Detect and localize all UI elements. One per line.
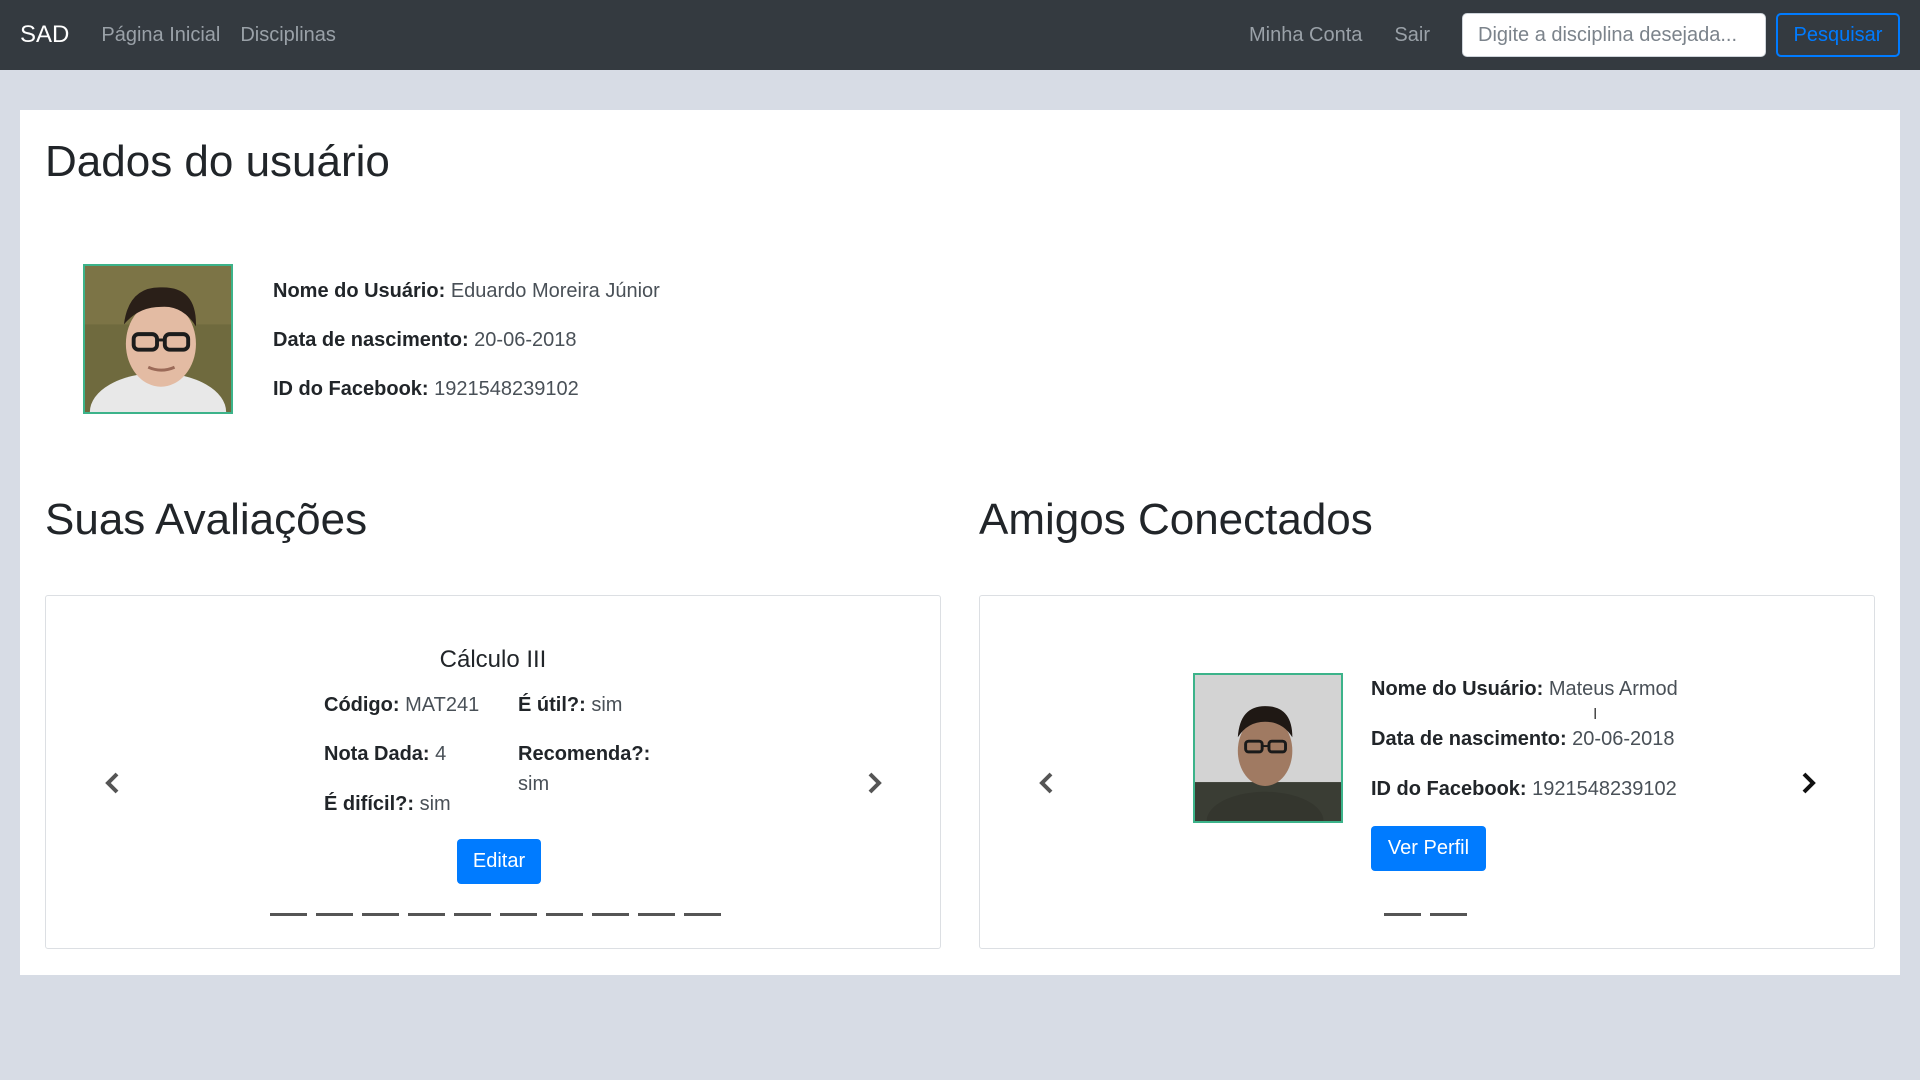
evaluation-indicator[interactable] — [500, 913, 537, 916]
main-card: Dados do usuário Nome do Usuário: Eduard… — [20, 110, 1900, 975]
search-input[interactable] — [1462, 13, 1766, 57]
eval-recommend-value-line: sim — [518, 773, 549, 796]
nav-link-account[interactable]: Minha Conta — [1249, 24, 1362, 47]
navbar: SAD Página Inicial Disciplinas Minha Con… — [0, 0, 1920, 70]
evaluation-indicator[interactable] — [684, 913, 721, 916]
eval-useful-line: É útil?: sim — [518, 694, 622, 717]
nav-link-logout[interactable]: Sair — [1394, 24, 1430, 47]
friend-fb-line: ID do Facebook: 1921548239102 — [1371, 778, 1677, 801]
evaluation-indicator[interactable] — [362, 913, 399, 916]
eval-recommend-line: Recomenda?: — [518, 743, 650, 766]
user-birth-line: Data de nascimento: 20-06-2018 — [273, 329, 576, 352]
evaluation-indicator[interactable] — [454, 913, 491, 916]
chevron-left-icon[interactable] — [1032, 768, 1062, 798]
eval-hard-line: É difícil?: sim — [324, 793, 451, 816]
nav-link-disciplines[interactable]: Disciplinas — [240, 24, 336, 47]
eval-useful-label: É útil?: — [518, 694, 586, 716]
eval-grade-label: Nota Dada: — [324, 743, 430, 765]
evaluation-title: Cálculo III — [439, 646, 547, 673]
chevron-left-icon[interactable] — [98, 768, 128, 798]
user-data-heading: Dados do usuário — [45, 137, 390, 186]
friend-fb-value: 1921548239102 — [1532, 778, 1677, 800]
evaluation-indicator[interactable] — [592, 913, 629, 916]
user-name-value: Eduardo Moreira Júnior — [450, 280, 660, 302]
user-avatar-image — [85, 266, 231, 412]
user-birth-value: 20-06-2018 — [474, 329, 577, 351]
friend-avatar — [1193, 673, 1343, 823]
eval-useful-value: sim — [591, 694, 623, 716]
friend-avatar-image — [1195, 675, 1341, 821]
eval-hard-label: É difícil?: — [324, 793, 414, 815]
friend-birth-label: Data de nascimento: — [1371, 728, 1567, 750]
navbar-right: Minha Conta Sair Pesquisar — [1249, 13, 1920, 57]
friend-indicator[interactable] — [1384, 913, 1421, 916]
user-avatar — [83, 264, 233, 414]
friends-carousel: Nome do Usuário: Mateus Armod Data de na… — [979, 595, 1875, 949]
user-fb-value: 1921548239102 — [434, 378, 579, 400]
evaluations-indicators — [270, 913, 721, 916]
friend-fb-label: ID do Facebook: — [1371, 778, 1527, 800]
eval-grade-value: 4 — [435, 743, 447, 765]
eval-hard-value: sim — [419, 793, 451, 815]
friend-name-value: Mateus Armod — [1548, 678, 1678, 700]
edit-button[interactable]: Editar — [457, 839, 541, 884]
evaluation-indicator[interactable] — [638, 913, 675, 916]
user-name-line: Nome do Usuário: Eduardo Moreira Júnior — [273, 280, 660, 303]
eval-code-line: Código: MAT241 — [324, 694, 479, 717]
user-birth-label: Data de nascimento: — [273, 329, 469, 351]
evaluations-carousel: Cálculo III Código: MAT241 É útil?: sim … — [45, 595, 941, 949]
evaluation-indicator[interactable] — [546, 913, 583, 916]
view-profile-button[interactable]: Ver Perfil — [1371, 826, 1486, 871]
user-fb-label: ID do Facebook: — [273, 378, 429, 400]
eval-recommend-label: Recomenda?: — [518, 743, 651, 765]
friend-birth-line: Data de nascimento: 20-06-2018 — [1371, 728, 1674, 751]
evaluation-indicator[interactable] — [408, 913, 445, 916]
chevron-right-icon[interactable] — [859, 768, 889, 798]
eval-code-label: Código: — [324, 694, 400, 716]
chevron-right-icon[interactable] — [1793, 768, 1823, 798]
friend-birth-value: 20-06-2018 — [1572, 728, 1675, 750]
evaluation-indicator[interactable] — [316, 913, 353, 916]
friends-heading: Amigos Conectados — [979, 495, 1373, 544]
user-name-label: Nome do Usuário: — [273, 280, 446, 302]
eval-recommend-value: sim — [518, 773, 550, 795]
brand-logo[interactable]: SAD — [20, 21, 69, 49]
text-cursor-icon: I — [1593, 706, 1598, 723]
evaluation-indicator[interactable] — [270, 913, 307, 916]
nav-link-home[interactable]: Página Inicial — [101, 24, 220, 47]
friend-name-line: Nome do Usuário: Mateus Armod — [1371, 678, 1678, 701]
search-button[interactable]: Pesquisar — [1776, 13, 1900, 57]
eval-code-value: MAT241 — [405, 694, 480, 716]
friend-name-label: Nome do Usuário: — [1371, 678, 1544, 700]
eval-grade-line: Nota Dada: 4 — [324, 743, 446, 766]
evaluations-heading: Suas Avaliações — [45, 495, 368, 544]
friends-indicators — [1384, 913, 1467, 916]
user-fb-line: ID do Facebook: 1921548239102 — [273, 378, 579, 401]
friend-indicator[interactable] — [1430, 913, 1467, 916]
